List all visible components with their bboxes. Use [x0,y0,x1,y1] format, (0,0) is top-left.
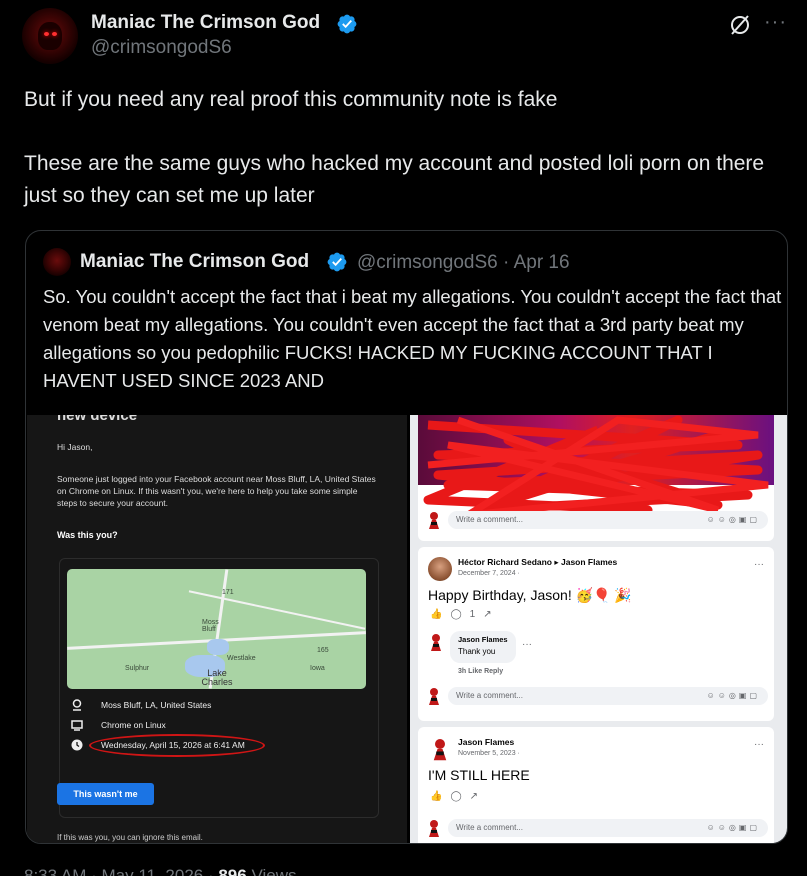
author-name[interactable]: Maniac The Crimson God [91,12,320,34]
quote-verified-badge-icon [327,252,347,272]
device-icon [71,720,83,731]
tweet-text-line1: But if you need any real proof this comm… [24,88,558,111]
red-circle-annotation [89,734,265,757]
comment-composer[interactable]: Write a comment... ☺☺◎▣▢ [426,511,768,529]
like-icon[interactable]: 👍 [430,609,450,620]
comment-composer[interactable]: Write a comment... ☺☺◎▣▢ [426,819,768,837]
author-handle[interactable]: @crimsongodS6 [91,37,232,59]
post-author[interactable]: Jason Flames [458,737,514,747]
red-scribble-censor [423,415,769,515]
avatar-eye [44,32,49,36]
post-reactions[interactable]: 👍◯↗ [430,791,486,802]
post-body: I'M STILL HERE [428,767,530,783]
browser-row: Chrome on Linux [71,719,166,731]
location-pin-icon [72,699,82,711]
post-more-icon[interactable]: ··· [754,559,764,570]
quote-author-name: Maniac The Crimson God [80,251,310,272]
views-label: Views [246,866,297,876]
facebook-email-screenshot[interactable]: new device Hi Jason, Someone just logged… [27,415,407,843]
verified-badge-icon[interactable] [336,13,358,35]
post-more-icon[interactable]: ··· [754,739,764,750]
map-town-label: Iowa [310,665,325,672]
browser-text: Chrome on Linux [101,720,166,730]
email-footer: If this was you, you can ignore this ema… [57,833,203,842]
comment-icon[interactable]: ◯ [450,791,469,802]
grok-icon[interactable] [728,13,752,37]
commenter-avatar-icon [429,512,439,529]
quoted-tweet[interactable]: Maniac The Crimson God @crimsongodS6 · A… [25,230,788,844]
email-title: new device [57,415,138,424]
map-town-label: Sulphur [125,665,150,672]
quote-text: So. You couldn't accept the fact that i … [43,286,782,391]
comment-tool-icons[interactable]: ☺☺◎▣▢ [707,515,760,524]
email-question: Was this you? [57,530,118,540]
reply-text: Thank you [458,647,496,656]
still-here-post-card: Jason Flames November 5, 2023 · ··· I'M … [418,727,774,843]
location-map: 171 165 Moss Bluff Westlake Sulphur Iowa… [67,569,366,689]
comment-tool-icons[interactable]: ☺☺◎▣▢ [707,691,760,700]
map-road-label: 165 [317,647,329,654]
map-town-label: Westlake [227,655,256,662]
share-icon[interactable]: ↗ [483,609,499,620]
post-date: November 5, 2023 · [458,750,520,757]
commenter-avatar-icon [429,688,439,705]
reply-bubble: Jason Flames Thank you [450,631,516,663]
map-city-label: Lake Charles [201,668,233,687]
quote-handle-date: @crimsongodS6 · Apr 16 [357,252,570,273]
location-row: Moss Bluff, LA, United States [71,699,211,711]
reply-author[interactable]: Jason Flames [458,635,508,644]
map-lake [207,639,229,655]
share-icon[interactable]: ↗ [470,791,486,802]
author-avatar[interactable] [22,8,78,64]
map-town-label: Moss Bluff [202,619,219,633]
tweet-text-line2: These are the same guys who hacked my ac… [24,152,770,207]
commenter-avatar-icon [429,820,439,837]
email-paragraph: Someone just logged into your Facebook a… [57,474,376,508]
avatar-face [38,22,62,50]
post-date: December 7, 2024 · [458,570,520,577]
location-text: Moss Bluff, LA, United States [101,700,212,710]
more-options-icon[interactable]: ··· [764,12,787,32]
tweet-meta: 8:33 AM · May 11, 2026 · 896 Views [24,866,296,876]
hector-avatar[interactable] [428,557,452,581]
avatar-eye [52,32,57,36]
scribbled-post-card: Write a comment... ☺☺◎▣▢ [418,415,774,541]
comment-count: 1 [469,609,484,620]
map-road-label: 171 [222,589,234,596]
comment-composer[interactable]: Write a comment... ☺☺◎▣▢ [426,687,768,705]
reply-more-icon[interactable]: ··· [522,639,532,650]
like-icon[interactable]: 👍 [430,791,450,802]
jason-avatar-icon[interactable] [430,737,450,761]
email-greeting: Hi Jason, [57,442,93,452]
comment-tool-icons[interactable]: ☺☺◎▣▢ [707,823,760,832]
comment-icon[interactable]: ◯ [450,609,469,620]
post-reactions[interactable]: 👍◯1↗ [430,609,500,620]
birthday-post-card: Héctor Richard Sedano ▸ Jason Flames Dec… [418,547,774,721]
post-body: Happy Birthday, Jason! 🥳🎈 🎉 [428,587,632,603]
tweet-timestamp[interactable]: 8:33 AM · May 11, 2026 · [24,866,218,876]
this-wasnt-me-button[interactable]: This wasn't me [57,783,154,805]
quote-author-avatar [43,248,71,276]
views-count: 896 [218,866,247,876]
reply-avatar-icon [431,634,441,651]
clock-icon [71,739,83,751]
post-author[interactable]: Héctor Richard Sedano ▸ Jason Flames [458,557,617,568]
reply-meta[interactable]: 3h Like Reply [458,668,503,675]
facebook-feed-screenshot[interactable]: Write a comment... ☺☺◎▣▢ Héctor Richard … [410,415,787,843]
tweet: Maniac The Crimson God @crimsongodS6 ···… [0,0,807,876]
